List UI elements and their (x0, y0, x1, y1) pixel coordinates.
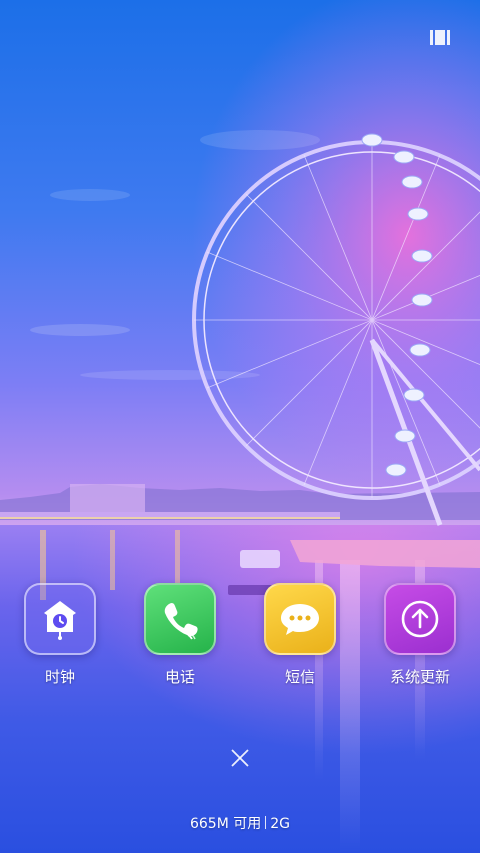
network-type-text: 2G (270, 816, 291, 832)
app-clock[interactable]: 时钟 (10, 583, 110, 693)
phone-icon (164, 602, 198, 640)
app-clock-icon-tile[interactable] (24, 583, 96, 655)
message-icon (281, 604, 319, 635)
app-phone-icon-tile[interactable] (144, 583, 216, 655)
app-messages[interactable]: 短信 (250, 583, 350, 693)
app-messages-icon-tile[interactable] (264, 583, 336, 655)
cuckoo-clock-icon (44, 601, 76, 640)
divider (265, 816, 267, 829)
app-clock-label: 时钟 (44, 668, 75, 686)
app-system-update[interactable]: 系统更新 (370, 583, 470, 693)
app-system-update-label: 系统更新 (389, 668, 450, 686)
recent-apps-screen: 时钟 电话 短信 系统更新 665M 可用 2G (0, 0, 480, 853)
memory-status: 665M 可用 2G (0, 815, 480, 833)
upload-arrow-icon (401, 600, 439, 638)
close-icon (231, 749, 249, 767)
app-system-update-icon-tile[interactable] (384, 583, 456, 655)
app-messages-label: 短信 (284, 668, 315, 686)
clear-all-button[interactable] (226, 744, 254, 772)
memory-available-text: 665M 可用 (189, 816, 262, 832)
recent-list-icon[interactable] (430, 30, 450, 45)
wallpaper-image (0, 0, 480, 853)
app-phone[interactable]: 电话 (130, 583, 230, 693)
app-phone-label: 电话 (164, 668, 195, 686)
